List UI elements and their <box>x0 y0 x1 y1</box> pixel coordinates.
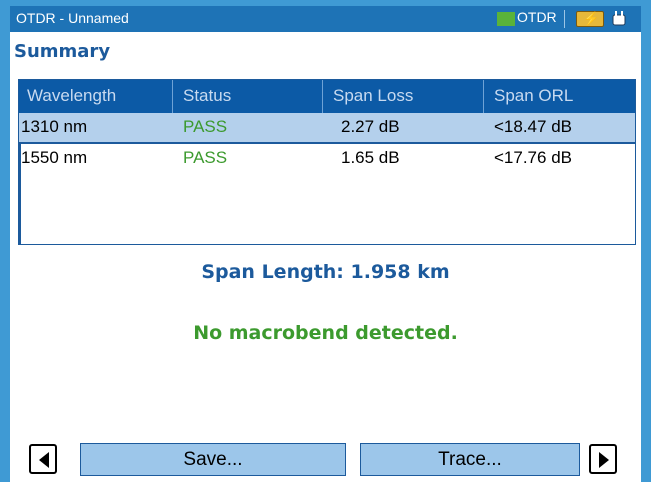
right-arrow-icon <box>599 452 609 468</box>
column-header-wavelength[interactable]: Wavelength <box>27 86 116 106</box>
table-row-1310[interactable]: 1310 nm PASS 2.27 dB <18.47 dB <box>19 113 635 142</box>
battery-charging-icon: ⚡ <box>576 11 604 27</box>
cell-span-orl: <17.76 dB <box>494 148 572 167</box>
otdr-mode-indicator <box>497 12 515 26</box>
previous-button[interactable] <box>29 444 57 474</box>
power-plug-icon <box>610 11 628 27</box>
cell-status: PASS <box>183 117 228 136</box>
summary-title: Summary <box>14 41 111 62</box>
results-table: Wavelength Status Span Loss Span ORL 131… <box>18 79 636 245</box>
cell-status: PASS <box>183 148 228 167</box>
next-button[interactable] <box>589 444 617 474</box>
table-header: Wavelength Status Span Loss Span ORL <box>19 80 635 113</box>
table-row-1550[interactable]: 1550 nm PASS 1.65 dB <17.76 dB <box>19 144 635 173</box>
column-header-status[interactable]: Status <box>183 86 231 106</box>
cell-span-loss: 1.65 dB <box>341 148 400 167</box>
column-divider <box>483 80 484 113</box>
titlebar-divider <box>564 10 565 28</box>
trace-button[interactable]: Trace... <box>360 443 580 476</box>
save-button[interactable]: Save... <box>80 443 346 476</box>
title-bar: OTDR - Unnamed OTDR ⚡ <box>10 6 641 32</box>
table-left-rule <box>19 144 21 244</box>
otdr-screen: OTDR - Unnamed OTDR ⚡ Summary Wavelength… <box>10 6 641 482</box>
column-header-span-orl[interactable]: Span ORL <box>494 86 573 106</box>
span-length-text: Span Length: 1.958 km <box>201 261 450 283</box>
cell-wavelength: 1550 nm <box>21 148 88 167</box>
mode-label: OTDR <box>517 9 557 25</box>
column-header-span-loss[interactable]: Span Loss <box>333 86 413 106</box>
left-arrow-icon <box>39 452 49 468</box>
column-divider <box>172 80 173 113</box>
cell-wavelength: 1310 nm <box>21 117 88 136</box>
column-divider <box>322 80 323 113</box>
window-title: OTDR - Unnamed <box>16 10 129 26</box>
macrobend-status-text: No macrobend detected. <box>193 322 458 344</box>
cell-span-loss: 2.27 dB <box>341 117 400 136</box>
cell-span-orl: <18.47 dB <box>494 117 572 136</box>
